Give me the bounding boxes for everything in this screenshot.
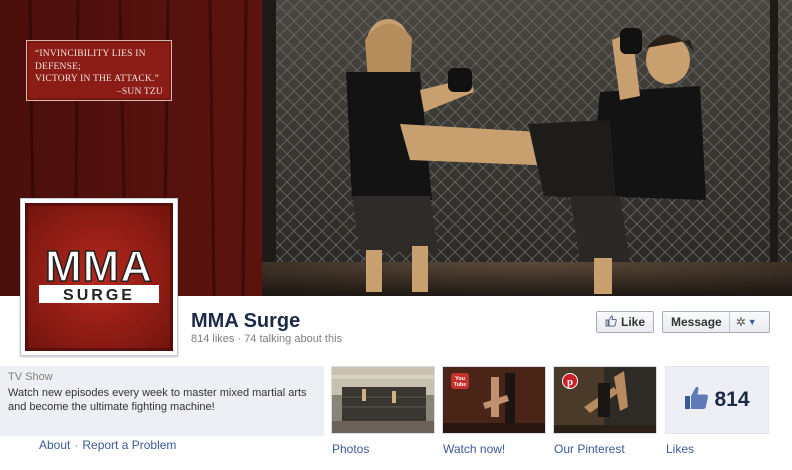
thumbs-up-icon <box>605 314 617 330</box>
settings-dropdown[interactable]: ✲ ▼ <box>730 315 757 329</box>
message-button-label: Message <box>663 312 730 332</box>
app-tile-photos[interactable] <box>331 366 435 434</box>
page-stats: 814 likes · 74 talking about this <box>191 333 343 345</box>
thumbs-up-icon <box>684 386 710 415</box>
page-category: TV Show <box>8 371 53 383</box>
quote-attribution: –SUN TZU <box>116 86 163 97</box>
app-tile-watch[interactable]: You Tube <box>442 366 546 434</box>
app-label-photos[interactable]: Photos <box>332 442 369 456</box>
page-description: Watch new episodes every week to master … <box>8 387 307 413</box>
quote-line-1: “INVINCIBILITY LIES IN DEFENSE; <box>35 49 146 72</box>
svg-text:Tube: Tube <box>454 382 467 388</box>
app-tile-pinterest[interactable]: p <box>553 366 657 434</box>
gear-icon: ✲ <box>735 315 746 329</box>
likes-tile[interactable]: 814 <box>665 366 769 434</box>
profile-picture[interactable]: MMA SURGE <box>20 198 178 356</box>
page-title[interactable]: MMA Surge <box>191 310 300 333</box>
photo-thumbnail <box>332 367 434 433</box>
like-button-label: Like <box>620 315 645 329</box>
youtube-icon: You Tube <box>451 373 469 389</box>
like-button[interactable]: Like <box>596 311 654 333</box>
link-separator: · <box>74 438 79 452</box>
about-link[interactable]: About <box>39 438 70 452</box>
report-problem-link[interactable]: Report a Problem <box>82 438 176 452</box>
pinterest-icon: p <box>562 373 580 389</box>
app-label-pinterest[interactable]: Our Pinterest <box>554 442 625 456</box>
quote-line-2: VICTORY IN THE ATTACK.” <box>35 74 159 84</box>
cover-quote: “INVINCIBILITY LIES IN DEFENSE; VICTORY … <box>26 40 172 101</box>
chevron-down-icon: ▼ <box>747 317 757 327</box>
mma-surge-logo: MMA SURGE <box>25 203 173 351</box>
logo-text-mma: MMA <box>45 242 153 291</box>
svg-text:p: p <box>567 376 573 388</box>
logo-text-surge: SURGE <box>63 287 135 304</box>
about-box[interactable]: TV Show Watch new episodes every week to… <box>0 366 324 436</box>
likes-count: 814 <box>714 388 750 411</box>
app-label-likes[interactable]: Likes <box>666 442 694 456</box>
about-links: About · Report a Problem <box>39 438 176 452</box>
app-label-watch[interactable]: Watch now! <box>443 442 505 456</box>
message-button[interactable]: Message ✲ ▼ <box>662 311 770 333</box>
